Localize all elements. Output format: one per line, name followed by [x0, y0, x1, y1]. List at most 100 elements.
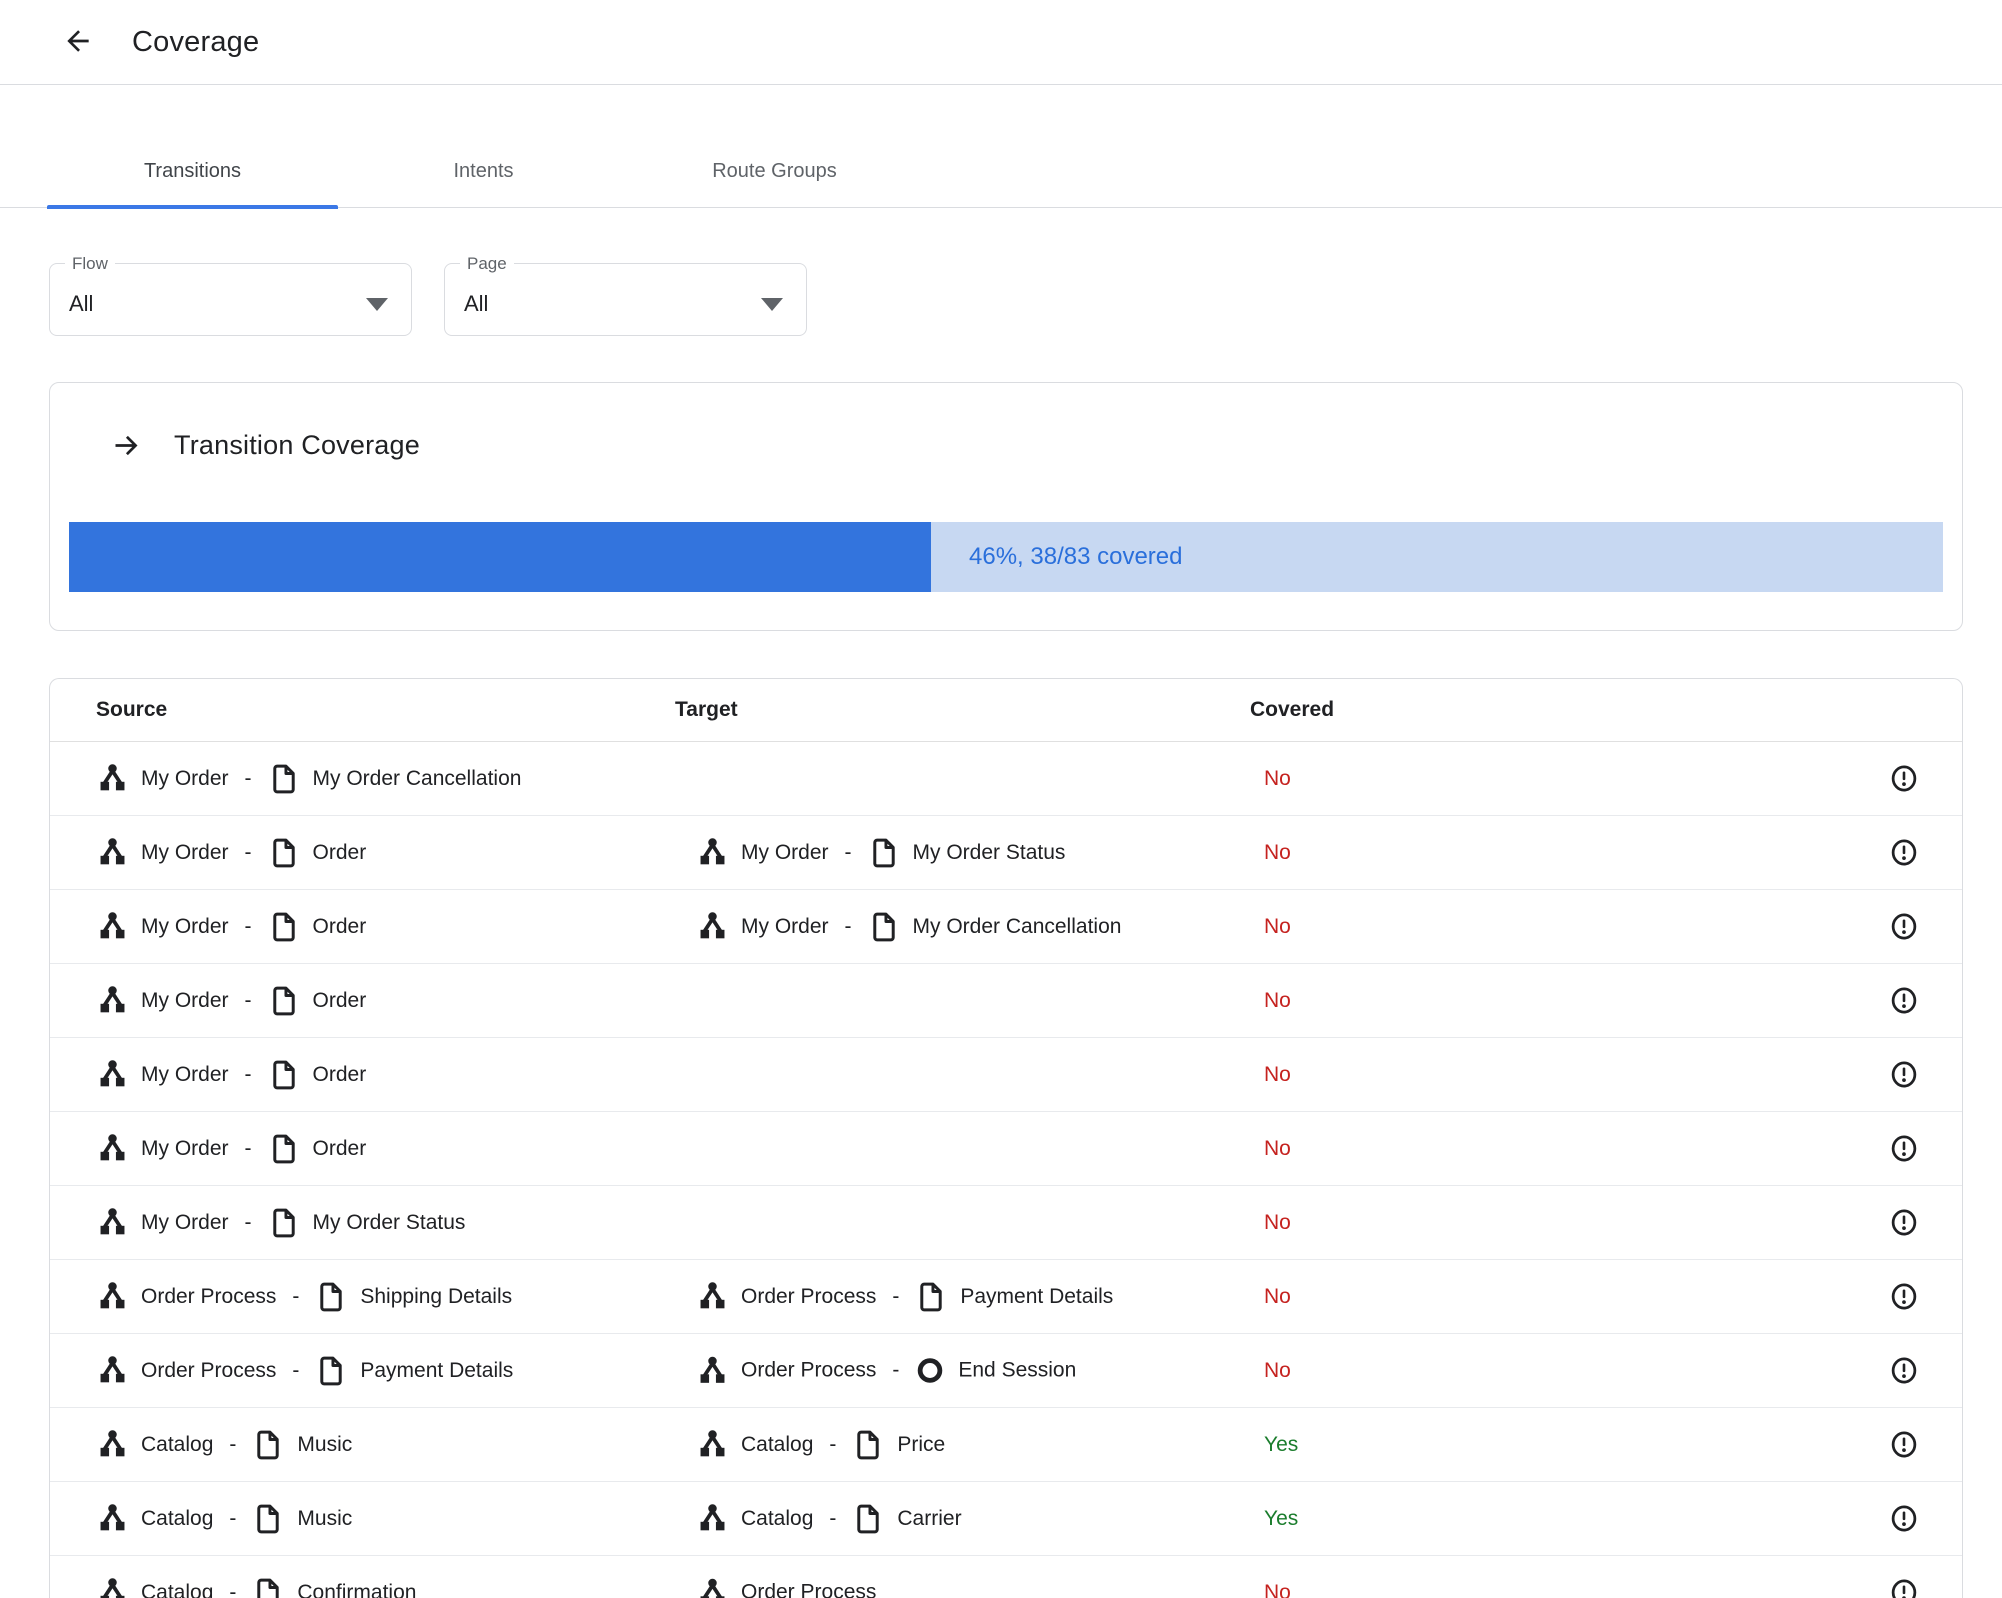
- covered-value: Yes: [1264, 1506, 1299, 1530]
- page-name: End Session: [958, 1358, 1077, 1382]
- info-icon[interactable]: [1889, 762, 1920, 796]
- source-flow-page-ref: My Order - My Order Status: [96, 1206, 465, 1240]
- flow-name: Catalog: [741, 1432, 814, 1456]
- info-icon[interactable]: [1889, 984, 1920, 1018]
- table-row: My Order - Order My Order - My Order Cancella…: [50, 890, 1962, 964]
- info-icon[interactable]: [1889, 1428, 1920, 1462]
- flow-icon: [96, 910, 129, 943]
- flow-name: My Order: [141, 914, 229, 938]
- source-flow-page-ref: Order Process - Shipping Details: [96, 1280, 512, 1314]
- flow-icon: [96, 1428, 129, 1461]
- source-cell: My Order - Order: [96, 1132, 366, 1166]
- info-icon[interactable]: [1889, 1502, 1920, 1536]
- tab-transitions[interactable]: Transitions: [47, 135, 338, 207]
- info-icon[interactable]: [1889, 1576, 1920, 1598]
- flow-name: My Order: [141, 1136, 229, 1160]
- tab-intents[interactable]: Intents: [338, 135, 629, 207]
- table-row: Order Process - Payment Details Order Proce…: [50, 1334, 1962, 1408]
- flow-icon: [96, 1354, 129, 1387]
- source-flow-page-ref: Catalog - Confirmation: [96, 1576, 416, 1598]
- covered-value: No: [1264, 914, 1291, 938]
- page-name: My Order Status: [912, 840, 1066, 864]
- page-icon: [251, 1502, 285, 1536]
- info-icon[interactable]: [1889, 1132, 1920, 1166]
- tab-route-groups[interactable]: Route Groups: [629, 135, 920, 207]
- coverage-progress-fill: [69, 522, 932, 592]
- target-cell: Order Process: [696, 1576, 876, 1598]
- flow-icon: [96, 984, 129, 1017]
- page-icon: [851, 1502, 885, 1536]
- transition-coverage-card: Transition Coverage 46%, 38/83 covered: [49, 382, 1963, 631]
- flow-icon: [96, 1502, 129, 1535]
- flow-name: Order Process: [141, 1284, 277, 1308]
- flow-name: My Order: [141, 766, 229, 790]
- covered-value: No: [1264, 988, 1291, 1012]
- page-name: Payment Details: [960, 1284, 1114, 1308]
- flow-select[interactable]: Flow All: [49, 253, 412, 336]
- source-cell: My Order - Order: [96, 836, 366, 870]
- table-row: Catalog - Confirmation Order Process No: [50, 1556, 1962, 1598]
- source-cell: My Order - Order: [96, 984, 366, 1018]
- info-icon[interactable]: [1889, 1280, 1920, 1314]
- covered-value: No: [1264, 1136, 1291, 1160]
- target-flow-page-ref: Order Process: [696, 1576, 876, 1598]
- app-header: Coverage: [0, 0, 2002, 85]
- target-flow-page-ref: Catalog - Price: [696, 1428, 945, 1462]
- back-button[interactable]: [56, 20, 100, 64]
- page-name: Order: [312, 914, 367, 938]
- target-cell: My Order - My Order Status: [696, 836, 1065, 870]
- page-icon: [251, 1428, 285, 1462]
- dash-separator: -: [844, 840, 852, 864]
- flow-icon: [696, 910, 729, 943]
- page-name: Shipping Details: [360, 1284, 513, 1308]
- dash-separator: -: [244, 914, 252, 938]
- flow-name: My Order: [741, 840, 829, 864]
- end-session-icon: [914, 1355, 946, 1387]
- flow-name: My Order: [141, 840, 229, 864]
- info-icon[interactable]: [1889, 1206, 1920, 1240]
- page-icon: [867, 836, 901, 870]
- flow-icon: [696, 1428, 729, 1461]
- filters: Flow All Page All: [49, 253, 2002, 336]
- covered-value: No: [1264, 1580, 1291, 1598]
- coverage-card-title: Transition Coverage: [174, 430, 420, 460]
- flow-icon: [696, 1354, 729, 1387]
- flow-name: My Order: [141, 1210, 229, 1234]
- flow-icon: [96, 1576, 129, 1598]
- target-cell: My Order - My Order Cancellation: [696, 910, 1121, 944]
- page-name: Music: [297, 1506, 353, 1530]
- source-cell: My Order - Order: [96, 910, 366, 944]
- active-tab-indicator: [47, 205, 338, 209]
- flow-name: My Order: [741, 914, 829, 938]
- source-flow-page-ref: My Order - Order: [96, 836, 366, 870]
- target-cell: Catalog - Carrier: [696, 1502, 962, 1536]
- flow-icon: [696, 1280, 729, 1313]
- page-icon: [867, 910, 901, 944]
- page-name: My Order Status: [312, 1210, 466, 1234]
- source-cell: My Order - Order: [96, 1058, 366, 1092]
- covered-value: No: [1264, 766, 1291, 790]
- column-header-target: Target: [675, 698, 738, 721]
- info-icon[interactable]: [1889, 910, 1920, 944]
- info-icon[interactable]: [1889, 836, 1920, 870]
- dash-separator: -: [292, 1358, 300, 1382]
- flow-icon: [696, 836, 729, 869]
- table-row: My Order - Order No: [50, 1038, 1962, 1112]
- table-row: Catalog - Music Catalog - Price Yes: [50, 1408, 1962, 1482]
- source-cell: Order Process - Payment Details: [96, 1354, 513, 1388]
- flow-name: Order Process: [741, 1358, 877, 1382]
- page-title: Coverage: [132, 25, 260, 58]
- page-select[interactable]: Page All: [444, 253, 807, 336]
- flow-icon: [96, 836, 129, 869]
- target-cell: Catalog - Price: [696, 1428, 945, 1462]
- source-cell: Order Process - Shipping Details: [96, 1280, 512, 1314]
- coverage-table-card: Source Target Covered My Order - My Order …: [49, 678, 1963, 1598]
- info-icon[interactable]: [1889, 1058, 1920, 1092]
- coverage-card-header: Transition Coverage: [50, 383, 1962, 462]
- column-header-covered: Covered: [1250, 698, 1335, 721]
- covered-value: No: [1264, 1358, 1291, 1382]
- page-icon: [267, 836, 301, 870]
- info-icon[interactable]: [1889, 1354, 1920, 1388]
- dash-separator: -: [244, 766, 252, 790]
- dash-separator: -: [892, 1284, 900, 1308]
